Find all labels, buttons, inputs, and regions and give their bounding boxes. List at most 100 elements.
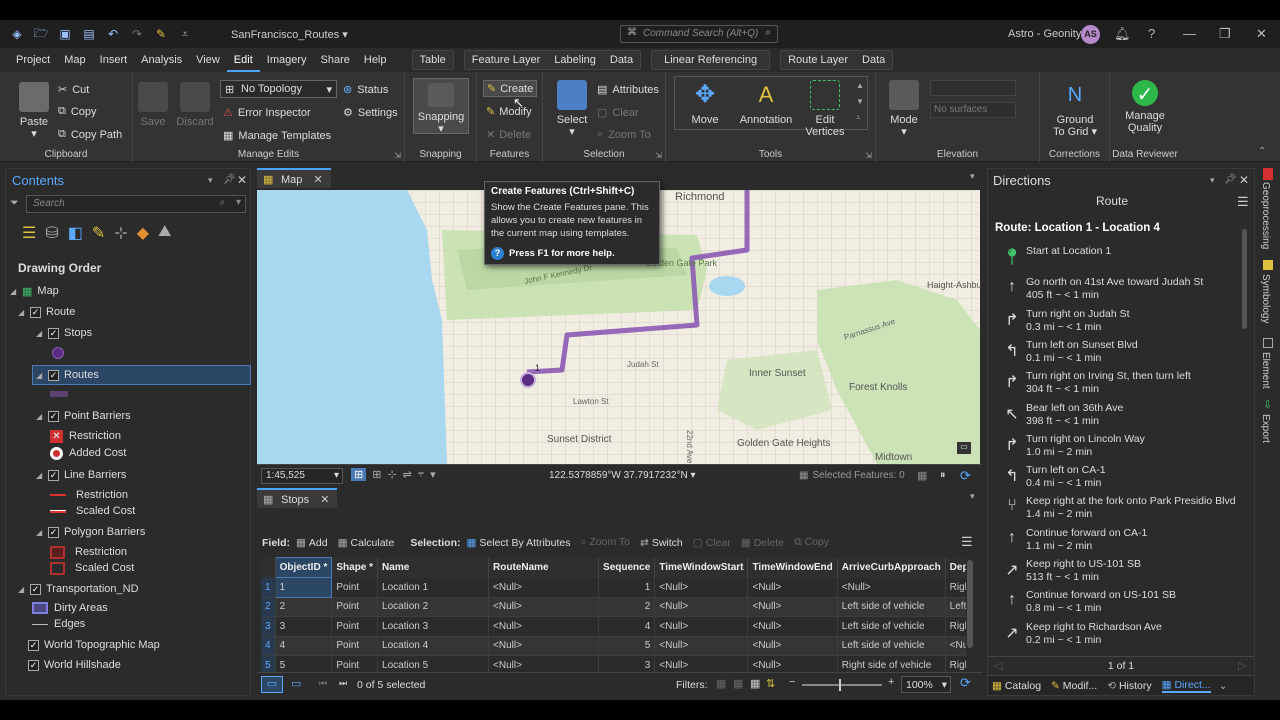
table-cell[interactable]: <Null> [488, 597, 600, 617]
table-cell[interactable]: Location 2 [377, 597, 490, 617]
table-cell[interactable]: <Null> [488, 636, 600, 656]
tab-route-layer[interactable]: Route Layer [781, 50, 855, 70]
table-zoom-slider[interactable] [802, 684, 882, 686]
elevation-value-input[interactable] [930, 80, 1016, 96]
tab-linear-referencing[interactable]: Linear Referencing [652, 50, 769, 70]
tab-element[interactable]: Element [1260, 352, 1271, 389]
undo-icon[interactable]: ↶ [102, 24, 124, 44]
table-zoom-to-button[interactable]: ⌕ Zoom To [580, 536, 630, 549]
user-name[interactable]: Astro - Geonity [1008, 28, 1081, 40]
tree-item-transportation[interactable]: ◢ ✓ Transportation_ND [18, 580, 139, 598]
route-checkbox[interactable]: ✓ [30, 306, 41, 318]
tab-table[interactable]: Table [413, 50, 453, 70]
vertical-scrollbar[interactable] [967, 560, 973, 648]
tree-item-world-topo[interactable]: ✓ World Topographic Map [28, 636, 160, 654]
table-cell[interactable]: Location 1 [377, 577, 490, 598]
attributes-button[interactable]: ▤ Attributes [597, 83, 659, 97]
table-cell[interactable]: Location 3 [377, 616, 490, 637]
zoom-out-icon[interactable]: − [789, 676, 795, 688]
direction-step[interactable]: ↰ Turn left on CA-1 0.4 mi ~ < 1 min [994, 462, 1239, 493]
map-tab-list-icon[interactable]: ▾ [970, 171, 975, 182]
pane-options-icon[interactable]: ▾ [1210, 175, 1215, 186]
table-cell[interactable]: 2 [275, 597, 333, 617]
tab-geoprocessing[interactable]: Geoprocessing [1260, 182, 1271, 249]
table-cell[interactable]: Location 4 [377, 636, 490, 656]
manage-quality-button[interactable]: ✓ Manage Quality [1120, 80, 1170, 134]
select-button[interactable]: Select ▾ [553, 80, 591, 138]
more-tabs-icon[interactable]: ⌄ [1219, 680, 1228, 692]
table-cell[interactable]: 3 [261, 616, 276, 637]
tab-labeling[interactable]: Labeling [547, 50, 603, 70]
tab-feature-layer[interactable]: Feature Layer [465, 50, 547, 70]
tab-imagery[interactable]: Imagery [260, 48, 314, 72]
tab-stops[interactable]: ▦ Stops ✕ [257, 488, 338, 508]
table-menu-icon[interactable]: ☰ [961, 534, 973, 550]
tree-item-routes[interactable]: ◢ ✓ Routes [36, 366, 99, 384]
close-pane-icon[interactable]: ✕ [237, 173, 247, 187]
tree-item-route[interactable]: ◢ ✓ Route [18, 303, 75, 321]
discard-edits-button[interactable]: Discard [175, 82, 215, 128]
copy-path-button[interactable]: ⧉ Copy Path [58, 128, 122, 141]
tab-route-data[interactable]: Data [855, 50, 892, 70]
close-tab-icon[interactable]: ✕ [313, 174, 322, 186]
collapse-ribbon-icon[interactable]: ⌃ [1258, 146, 1266, 157]
routes-symbol[interactable] [50, 391, 68, 397]
status-button[interactable]: ⊛ Status [343, 83, 388, 97]
clear-selection-button[interactable]: ▢ Clear [597, 106, 639, 120]
tree-item-point-barriers[interactable]: ◢ ✓ Point Barriers [36, 407, 131, 425]
table-row[interactable]: 3 3 Point Location 3 <Null> 4 <Null> <Null> Left… [261, 616, 966, 637]
direction-step[interactable]: ↑ Go north on 41st Ave toward Judah St 405… [994, 274, 1239, 305]
help-icon[interactable]: ? [1148, 26, 1155, 41]
table-copy-button[interactable]: ⧉ Copy [794, 536, 829, 549]
restore-icon[interactable]: ❐ [1219, 26, 1231, 42]
nav-options-icon[interactable]: ⫧ [418, 468, 424, 481]
table-cell[interactable]: 4 [598, 616, 656, 637]
navigator-icon[interactable]: ⇌ [403, 468, 412, 481]
coordinates-readout[interactable]: 122.5378859°W 37.7917232°N ▾ [549, 470, 695, 481]
grid-icon[interactable]: ⊞ [372, 468, 381, 481]
tree-item-edges[interactable]: Edges [32, 615, 85, 633]
column-header[interactable]: RouteName [488, 557, 600, 578]
direction-step[interactable]: ↗ Keep right to Richardson Ave 0.2 mi ~ < … [994, 619, 1239, 650]
table-cell[interactable]: <Null> [747, 577, 838, 598]
pane-options-icon[interactable]: ▾ [208, 175, 213, 186]
tab-symbology[interactable]: Symbology [1260, 274, 1271, 323]
zoom-in-icon[interactable]: + [888, 676, 894, 688]
project-name[interactable]: SanFrancisco_Routes ▾ [231, 28, 348, 41]
avatar[interactable]: AS [1081, 25, 1100, 44]
world-hillshade-checkbox[interactable]: ✓ [28, 659, 39, 671]
table-cell[interactable]: Point [331, 577, 379, 598]
table-cell[interactable]: <Null> [747, 636, 838, 656]
world-topo-checkbox[interactable]: ✓ [28, 639, 39, 651]
pause-drawing-icon[interactable]: ⏸ [940, 469, 946, 482]
filter-selection-icon[interactable]: ▦ [733, 677, 743, 690]
snapping-list-icon[interactable]: ⊹ [114, 223, 127, 243]
column-header[interactable]: ArriveCurbApproach [837, 557, 946, 578]
tree-item-line-barriers[interactable]: ◢ ✓ Line Barriers [36, 466, 126, 484]
table-clear-button[interactable]: ▢ Clear [693, 537, 731, 549]
topology-select[interactable]: ⊞ No Topology ▾ [220, 80, 337, 98]
create-button[interactable]: ✎ Create [483, 80, 538, 97]
table-zoom-slider-handle[interactable] [839, 679, 841, 691]
tree-item-world-hillshade[interactable]: ✓ World Hillshade [28, 656, 121, 674]
show-selected-records-icon[interactable]: ▭ [291, 677, 301, 690]
delete-button[interactable]: ✕ Delete [486, 128, 531, 142]
table-cell[interactable]: Point [331, 597, 379, 617]
transportation-checkbox[interactable]: ✓ [30, 583, 41, 595]
tree-item-stops[interactable]: ◢ ✓ Stops [36, 324, 92, 342]
table-cell[interactable]: 2 [598, 597, 656, 617]
table-cell[interactable]: 1 [274, 577, 333, 598]
column-header[interactable]: Sequence [598, 557, 656, 578]
direction-step[interactable]: ↱ Turn right on Judah St 0.3 mi ~ < 1 min [994, 306, 1239, 337]
switch-selection-button[interactable]: ⇄ Switch [640, 537, 683, 549]
tab-view[interactable]: View [189, 48, 227, 72]
tab-directions[interactable]: ▦ Direct... [1161, 679, 1211, 693]
table-cell[interactable]: Right side of [945, 577, 966, 598]
notifications-icon[interactable]: 🔔︎ [1114, 26, 1131, 42]
close-icon[interactable]: ✕ [1256, 26, 1267, 42]
direction-step[interactable]: ↑ Continue forward on CA-1 1.1 mi ~ 2 min [994, 525, 1239, 556]
refresh-icon[interactable]: ⟳ [960, 468, 971, 484]
table-cell[interactable]: 4 [275, 636, 333, 656]
selection-list-icon[interactable]: ◧ [68, 223, 83, 243]
table-delete-button[interactable]: ▦ Delete [741, 537, 784, 549]
